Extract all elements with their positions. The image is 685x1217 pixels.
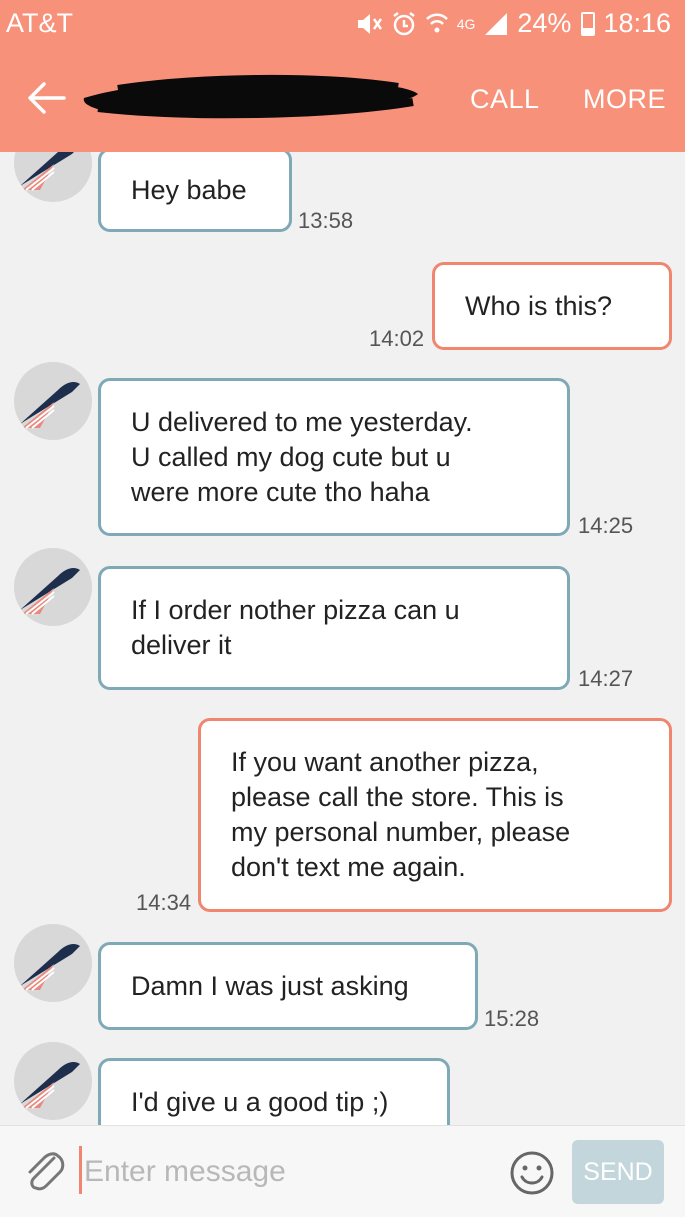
status-icons: 4G 24% 18:16 xyxy=(355,8,671,39)
alarm-icon xyxy=(392,11,415,35)
message-bubble-incoming[interactable]: If I order nother pizza can u deliver it xyxy=(98,566,570,690)
message-timestamp: 14:34 xyxy=(136,890,192,915)
battery-icon xyxy=(581,11,596,36)
whale-avatar-icon xyxy=(20,568,80,615)
call-button[interactable]: CALL xyxy=(470,84,540,115)
message-bubble-incoming[interactable]: U delivered to me yesterday. U called my… xyxy=(98,378,570,536)
emoji-icon[interactable] xyxy=(508,1149,556,1197)
message-list[interactable]: Hey babe 13:58 Who is this? 14:02 U deli… xyxy=(0,152,685,1125)
network-label: 4G xyxy=(456,15,476,32)
message-text: If you want another pizza, please call t… xyxy=(231,747,571,882)
carrier-label: AT&T xyxy=(6,8,73,38)
message-bubble-incoming[interactable]: Hey babe xyxy=(98,152,292,232)
message-bubble-outgoing[interactable]: If you want another pizza, please call t… xyxy=(198,718,672,912)
battery-percent: 24% xyxy=(517,8,572,38)
more-button[interactable]: MORE xyxy=(583,84,666,115)
message-timestamp: 15:28 xyxy=(484,1006,540,1031)
redacted-contact-name xyxy=(83,74,419,119)
whale-avatar-icon xyxy=(20,382,80,429)
clock: 18:16 xyxy=(603,8,671,38)
contact-avatar[interactable] xyxy=(14,924,92,1002)
message-bubble-incoming[interactable]: I'd give u a good tip ;) xyxy=(98,1058,450,1125)
contact-avatar[interactable] xyxy=(14,362,92,440)
message-bubble-outgoing[interactable]: Who is this? xyxy=(432,262,672,350)
message-text: If I order nother pizza can u deliver it xyxy=(131,595,460,660)
whale-avatar-icon xyxy=(20,152,74,191)
signal-icon xyxy=(485,12,508,35)
message-text: I'd give u a good tip ;) xyxy=(131,1086,389,1117)
message-timestamp: 14:25 xyxy=(578,513,634,538)
whale-avatar-icon xyxy=(20,944,80,991)
message-timestamp: 14:02 xyxy=(369,326,425,351)
attach-icon[interactable] xyxy=(22,1148,66,1196)
contact-avatar[interactable] xyxy=(14,152,92,202)
message-input[interactable] xyxy=(84,1150,484,1194)
message-text: Hey babe xyxy=(131,174,247,205)
message-text: U delivered to me yesterday. U called my… xyxy=(131,406,473,507)
mute-icon xyxy=(357,13,382,34)
app-bar: AT&T 4G 24% 18:16 CALL MORE xyxy=(0,0,685,152)
message-text: Who is this? xyxy=(465,290,613,321)
whale-avatar-icon xyxy=(20,1062,80,1109)
contact-avatar[interactable] xyxy=(14,1042,92,1120)
contact-avatar[interactable] xyxy=(14,548,92,626)
text-cursor xyxy=(79,1146,82,1194)
message-timestamp: 13:58 xyxy=(298,208,354,233)
message-bubble-incoming[interactable]: Damn I was just asking xyxy=(98,942,478,1030)
wifi-icon xyxy=(425,13,448,32)
status-bar: AT&T 4G 24% 18:16 xyxy=(0,0,685,46)
message-timestamp: 14:27 xyxy=(578,666,634,691)
back-arrow-icon[interactable] xyxy=(26,80,66,116)
send-button[interactable]: SEND xyxy=(572,1140,664,1204)
message-text: Damn I was just asking xyxy=(131,970,409,1001)
message-composer: SEND xyxy=(0,1125,685,1217)
